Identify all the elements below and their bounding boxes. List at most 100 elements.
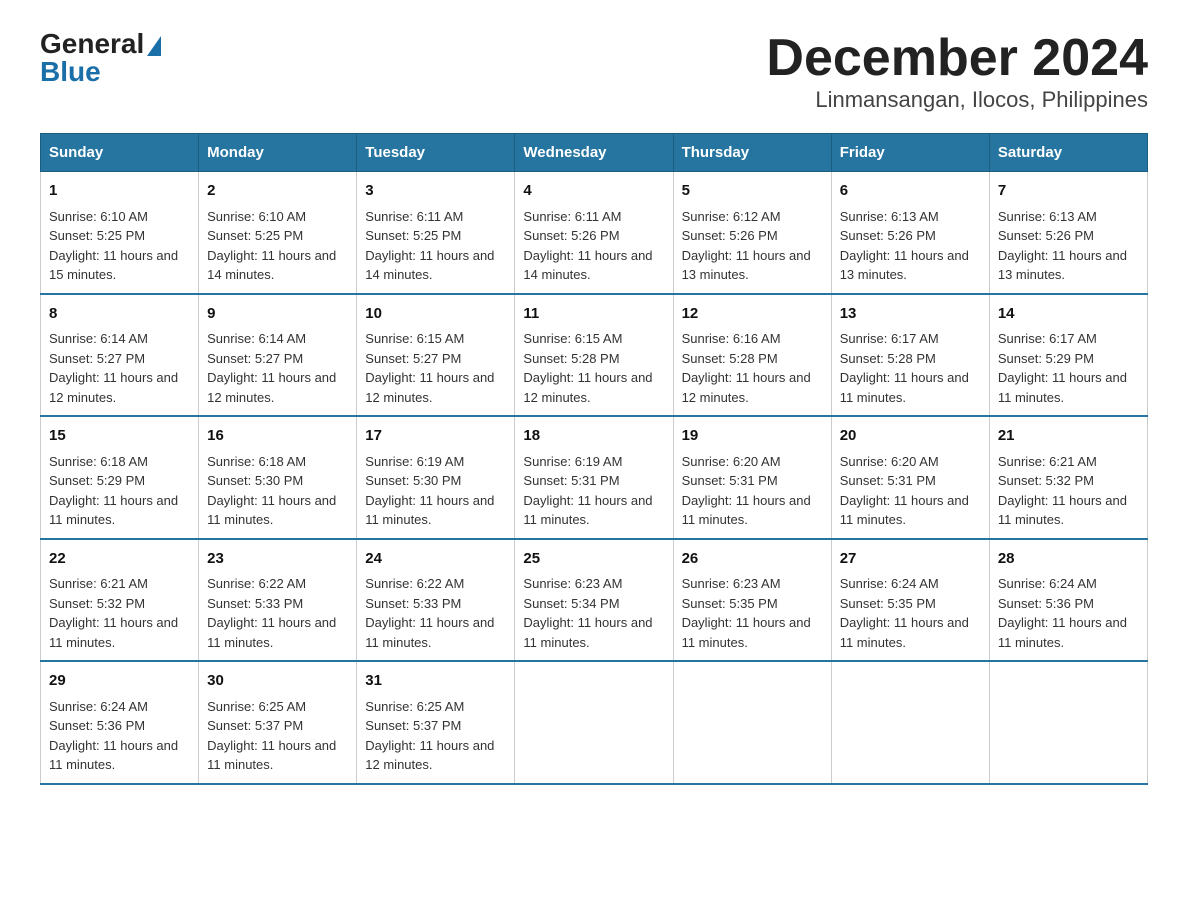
day-info: Sunrise: 6:11 AMSunset: 5:25 PMDaylight:… [365,207,506,285]
day-cell: 3 Sunrise: 6:11 AMSunset: 5:25 PMDayligh… [357,172,515,294]
day-cell: 23 Sunrise: 6:22 AMSunset: 5:33 PMDaylig… [199,539,357,662]
day-number: 15 [49,425,190,448]
day-info: Sunrise: 6:10 AMSunset: 5:25 PMDaylight:… [207,207,348,285]
day-info: Sunrise: 6:23 AMSunset: 5:35 PMDaylight:… [682,574,823,652]
day-cell: 15 Sunrise: 6:18 AMSunset: 5:29 PMDaylig… [41,416,199,539]
header-cell-thursday: Thursday [673,134,831,172]
day-cell: 14 Sunrise: 6:17 AMSunset: 5:29 PMDaylig… [989,294,1147,417]
day-cell: 20 Sunrise: 6:20 AMSunset: 5:31 PMDaylig… [831,416,989,539]
day-cell: 17 Sunrise: 6:19 AMSunset: 5:30 PMDaylig… [357,416,515,539]
day-number: 19 [682,425,823,448]
week-row-5: 29 Sunrise: 6:24 AMSunset: 5:36 PMDaylig… [41,661,1148,784]
day-info: Sunrise: 6:22 AMSunset: 5:33 PMDaylight:… [207,574,348,652]
day-info: Sunrise: 6:25 AMSunset: 5:37 PMDaylight:… [365,697,506,775]
logo-general: General [40,30,144,58]
day-info: Sunrise: 6:17 AMSunset: 5:28 PMDaylight:… [840,329,981,407]
day-cell: 19 Sunrise: 6:20 AMSunset: 5:31 PMDaylig… [673,416,831,539]
day-number: 27 [840,548,981,571]
day-cell: 12 Sunrise: 6:16 AMSunset: 5:28 PMDaylig… [673,294,831,417]
day-cell: 21 Sunrise: 6:21 AMSunset: 5:32 PMDaylig… [989,416,1147,539]
day-info: Sunrise: 6:18 AMSunset: 5:29 PMDaylight:… [49,452,190,530]
day-cell: 13 Sunrise: 6:17 AMSunset: 5:28 PMDaylig… [831,294,989,417]
day-cell [673,661,831,784]
day-info: Sunrise: 6:24 AMSunset: 5:36 PMDaylight:… [998,574,1139,652]
day-info: Sunrise: 6:18 AMSunset: 5:30 PMDaylight:… [207,452,348,530]
day-cell: 26 Sunrise: 6:23 AMSunset: 5:35 PMDaylig… [673,539,831,662]
day-number: 22 [49,548,190,571]
day-number: 17 [365,425,506,448]
day-info: Sunrise: 6:21 AMSunset: 5:32 PMDaylight:… [998,452,1139,530]
day-cell: 22 Sunrise: 6:21 AMSunset: 5:32 PMDaylig… [41,539,199,662]
day-cell: 25 Sunrise: 6:23 AMSunset: 5:34 PMDaylig… [515,539,673,662]
day-number: 3 [365,180,506,203]
day-info: Sunrise: 6:12 AMSunset: 5:26 PMDaylight:… [682,207,823,285]
day-info: Sunrise: 6:17 AMSunset: 5:29 PMDaylight:… [998,329,1139,407]
week-row-4: 22 Sunrise: 6:21 AMSunset: 5:32 PMDaylig… [41,539,1148,662]
calendar-subtitle: Linmansangan, Ilocos, Philippines [766,87,1148,113]
day-info: Sunrise: 6:15 AMSunset: 5:27 PMDaylight:… [365,329,506,407]
day-info: Sunrise: 6:19 AMSunset: 5:30 PMDaylight:… [365,452,506,530]
day-cell: 5 Sunrise: 6:12 AMSunset: 5:26 PMDayligh… [673,172,831,294]
day-number: 25 [523,548,664,571]
day-number: 30 [207,670,348,693]
day-info: Sunrise: 6:25 AMSunset: 5:37 PMDaylight:… [207,697,348,775]
week-row-2: 8 Sunrise: 6:14 AMSunset: 5:27 PMDayligh… [41,294,1148,417]
day-cell: 4 Sunrise: 6:11 AMSunset: 5:26 PMDayligh… [515,172,673,294]
day-cell: 30 Sunrise: 6:25 AMSunset: 5:37 PMDaylig… [199,661,357,784]
day-number: 31 [365,670,506,693]
day-number: 14 [998,303,1139,326]
day-number: 20 [840,425,981,448]
day-number: 1 [49,180,190,203]
header-cell-saturday: Saturday [989,134,1147,172]
day-info: Sunrise: 6:19 AMSunset: 5:31 PMDaylight:… [523,452,664,530]
day-info: Sunrise: 6:16 AMSunset: 5:28 PMDaylight:… [682,329,823,407]
week-row-1: 1 Sunrise: 6:10 AMSunset: 5:25 PMDayligh… [41,172,1148,294]
day-cell: 28 Sunrise: 6:24 AMSunset: 5:36 PMDaylig… [989,539,1147,662]
day-number: 4 [523,180,664,203]
day-cell: 31 Sunrise: 6:25 AMSunset: 5:37 PMDaylig… [357,661,515,784]
day-number: 16 [207,425,348,448]
logo-blue: Blue [40,56,101,87]
day-info: Sunrise: 6:14 AMSunset: 5:27 PMDaylight:… [207,329,348,407]
day-cell [831,661,989,784]
day-number: 12 [682,303,823,326]
title-block: December 2024 Linmansangan, Ilocos, Phil… [766,30,1148,113]
day-info: Sunrise: 6:14 AMSunset: 5:27 PMDaylight:… [49,329,190,407]
day-info: Sunrise: 6:23 AMSunset: 5:34 PMDaylight:… [523,574,664,652]
day-cell: 6 Sunrise: 6:13 AMSunset: 5:26 PMDayligh… [831,172,989,294]
day-cell: 7 Sunrise: 6:13 AMSunset: 5:26 PMDayligh… [989,172,1147,294]
day-number: 21 [998,425,1139,448]
logo: General Blue [40,30,161,86]
day-cell: 9 Sunrise: 6:14 AMSunset: 5:27 PMDayligh… [199,294,357,417]
header-cell-wednesday: Wednesday [515,134,673,172]
day-info: Sunrise: 6:11 AMSunset: 5:26 PMDaylight:… [523,207,664,285]
week-row-3: 15 Sunrise: 6:18 AMSunset: 5:29 PMDaylig… [41,416,1148,539]
day-number: 5 [682,180,823,203]
day-cell: 16 Sunrise: 6:18 AMSunset: 5:30 PMDaylig… [199,416,357,539]
day-info: Sunrise: 6:24 AMSunset: 5:36 PMDaylight:… [49,697,190,775]
day-number: 23 [207,548,348,571]
logo-triangle-icon [147,36,161,56]
day-number: 26 [682,548,823,571]
day-cell: 18 Sunrise: 6:19 AMSunset: 5:31 PMDaylig… [515,416,673,539]
day-info: Sunrise: 6:24 AMSunset: 5:35 PMDaylight:… [840,574,981,652]
day-number: 29 [49,670,190,693]
header-cell-sunday: Sunday [41,134,199,172]
day-info: Sunrise: 6:20 AMSunset: 5:31 PMDaylight:… [840,452,981,530]
day-number: 24 [365,548,506,571]
day-number: 11 [523,303,664,326]
day-cell: 29 Sunrise: 6:24 AMSunset: 5:36 PMDaylig… [41,661,199,784]
day-info: Sunrise: 6:22 AMSunset: 5:33 PMDaylight:… [365,574,506,652]
day-cell: 24 Sunrise: 6:22 AMSunset: 5:33 PMDaylig… [357,539,515,662]
header-cell-friday: Friday [831,134,989,172]
day-number: 13 [840,303,981,326]
day-info: Sunrise: 6:13 AMSunset: 5:26 PMDaylight:… [840,207,981,285]
day-cell: 8 Sunrise: 6:14 AMSunset: 5:27 PMDayligh… [41,294,199,417]
day-number: 6 [840,180,981,203]
day-cell: 11 Sunrise: 6:15 AMSunset: 5:28 PMDaylig… [515,294,673,417]
calendar-table: SundayMondayTuesdayWednesdayThursdayFrid… [40,133,1148,785]
day-number: 18 [523,425,664,448]
day-cell: 10 Sunrise: 6:15 AMSunset: 5:27 PMDaylig… [357,294,515,417]
header-row: SundayMondayTuesdayWednesdayThursdayFrid… [41,134,1148,172]
day-number: 28 [998,548,1139,571]
